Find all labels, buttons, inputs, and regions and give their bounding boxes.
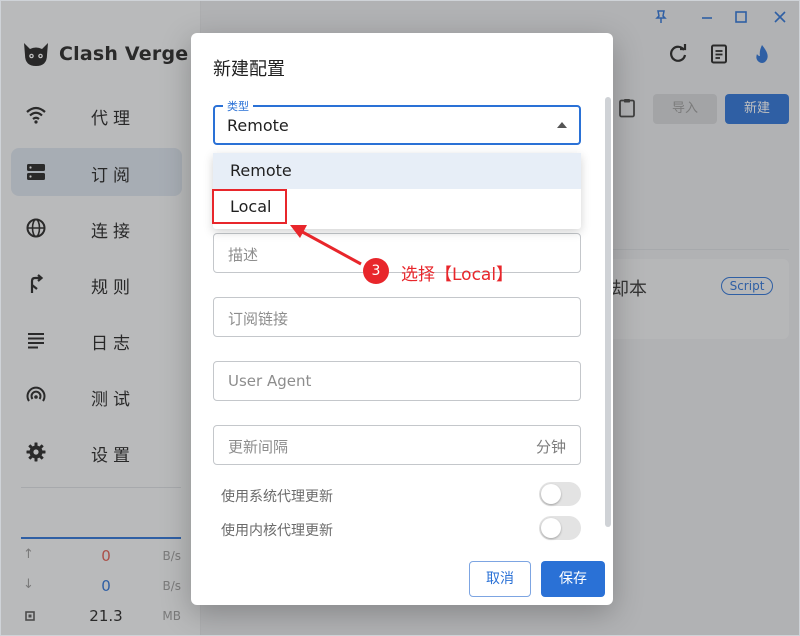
type-option-label: Remote: [230, 161, 292, 180]
core-proxy-toggle[interactable]: [539, 516, 581, 540]
cancel-button[interactable]: 取消: [469, 561, 531, 597]
subscription-url-input[interactable]: 订阅链接: [213, 297, 581, 337]
interval-placeholder: 更新间隔: [228, 438, 289, 456]
type-select[interactable]: 类型 Remote: [213, 98, 581, 145]
update-interval-input[interactable]: 更新间隔 分钟: [213, 425, 581, 465]
annotation-highlight-box: [212, 189, 287, 224]
new-profile-dialog: 新建配置 类型 Remote 描述 订阅链接 User Agent 更新间隔 分…: [191, 33, 613, 605]
user-agent-placeholder: User Agent: [228, 372, 312, 390]
type-select-value: Remote: [227, 116, 289, 135]
core-proxy-label: 使用内核代理更新: [221, 523, 333, 539]
system-proxy-toggle[interactable]: [539, 482, 581, 506]
app-window: Clash Verge 代理 订阅 连接 规则 日志 测试 设置 ↑ 0 B/s…: [0, 0, 800, 636]
url-placeholder: 订阅链接: [228, 310, 289, 328]
dialog-title: 新建配置: [213, 59, 285, 80]
interval-suffix: 分钟: [535, 438, 566, 456]
step-number-badge: 3: [363, 258, 389, 284]
caret-up-icon: [557, 122, 567, 128]
step-instruction: 选择【Local】: [401, 265, 514, 285]
description-input[interactable]: 描述: [213, 233, 581, 273]
type-select-label: 类型: [223, 98, 253, 114]
core-proxy-toggle-row: 使用内核代理更新: [221, 516, 581, 542]
dialog-scrollbar[interactable]: [605, 97, 611, 527]
system-proxy-label: 使用系统代理更新: [221, 489, 333, 505]
save-button[interactable]: 保存: [541, 561, 605, 597]
system-proxy-toggle-row: 使用系统代理更新: [221, 482, 581, 508]
description-placeholder: 描述: [228, 246, 259, 264]
type-option-remote[interactable]: Remote: [213, 153, 581, 189]
user-agent-input[interactable]: User Agent: [213, 361, 581, 401]
